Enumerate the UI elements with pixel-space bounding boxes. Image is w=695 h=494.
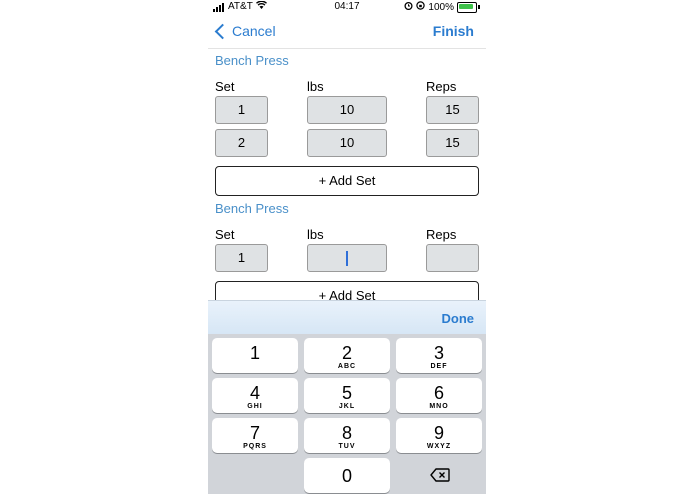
key-4[interactable]: 4 GHI (212, 378, 298, 413)
key-letters: JKL (338, 403, 356, 410)
key-letters: TUV (338, 443, 356, 450)
key-number: 6 (433, 383, 444, 403)
delete-key[interactable] (396, 458, 482, 493)
backspace-icon (430, 468, 450, 482)
key-number: 8 (341, 423, 352, 443)
battery-icon (457, 1, 477, 13)
phone-screen: AT&T 04:17 100% Cancel Finish Bench Pres… (208, 0, 486, 494)
key-letters: PQRS (243, 443, 267, 450)
key-number: 4 (249, 383, 260, 403)
text-cursor (346, 251, 348, 267)
set-column-header: Set (215, 79, 235, 94)
keyboard-toolbar: Done (208, 300, 486, 335)
lbs-column-header: lbs (307, 79, 324, 94)
key-letters: GHI (247, 403, 263, 410)
key-letters: ABC (337, 363, 357, 370)
key-6[interactable]: 6 MNO (396, 378, 482, 413)
set-column-header: Set (215, 227, 235, 242)
key-number: 2 (341, 343, 352, 363)
key-5[interactable]: 5 JKL (304, 378, 390, 413)
key-number: 0 (341, 466, 352, 486)
exercise-title: Bench Press (215, 53, 289, 68)
key-2[interactable]: 2 ABC (304, 338, 390, 373)
reps-field[interactable]: 15 (426, 129, 479, 157)
key-number: 7 (249, 423, 260, 443)
finish-button[interactable]: Finish (433, 23, 474, 39)
key-1[interactable]: 1 (212, 338, 298, 373)
key-0[interactable]: 0 (304, 458, 390, 493)
add-set-button[interactable]: + Add Set (215, 166, 479, 196)
key-3[interactable]: 3 DEF (396, 338, 482, 373)
key-9[interactable]: 9 WXYZ (396, 418, 482, 453)
set-number-field[interactable]: 1 (215, 96, 268, 124)
navigation-bar: Cancel Finish (208, 14, 486, 49)
cancel-label: Cancel (232, 23, 276, 39)
lbs-column-header: lbs (307, 227, 324, 242)
set-number-field[interactable]: 1 (215, 244, 268, 272)
rotation-lock-icon (416, 1, 426, 13)
key-letters: MNO (429, 403, 449, 410)
chevron-left-icon (214, 23, 231, 39)
key-number: 3 (433, 343, 444, 363)
alarm-icon (404, 1, 413, 13)
number-pad: 1 2 ABC 3 DEF 4 GHI 5 JKL 6 MNO 7 PQRS 8 (208, 334, 486, 494)
key-8[interactable]: 8 TUV (304, 418, 390, 453)
key-7[interactable]: 7 PQRS (212, 418, 298, 453)
key-number: 5 (341, 383, 352, 403)
set-number-field[interactable]: 2 (215, 129, 268, 157)
reps-field[interactable]: 15 (426, 96, 479, 124)
battery-percent: 100% (428, 1, 454, 13)
reps-column-header: Reps (426, 227, 457, 242)
key-letters: WXYZ (426, 443, 452, 450)
reps-field[interactable] (426, 244, 479, 272)
cancel-button[interactable]: Cancel (214, 23, 276, 39)
status-right: 100% (404, 1, 480, 13)
status-bar: AT&T 04:17 100% (208, 0, 486, 14)
done-button[interactable]: Done (442, 311, 475, 326)
key-number: 1 (249, 343, 260, 363)
exercise-title: Bench Press (215, 201, 289, 216)
lbs-field-focused[interactable] (307, 244, 387, 272)
key-letters: DEF (430, 363, 448, 370)
lbs-field[interactable]: 10 (307, 129, 387, 157)
battery-tip (478, 5, 480, 9)
lbs-field[interactable]: 10 (307, 96, 387, 124)
key-number: 9 (433, 423, 444, 443)
reps-column-header: Reps (426, 79, 457, 94)
